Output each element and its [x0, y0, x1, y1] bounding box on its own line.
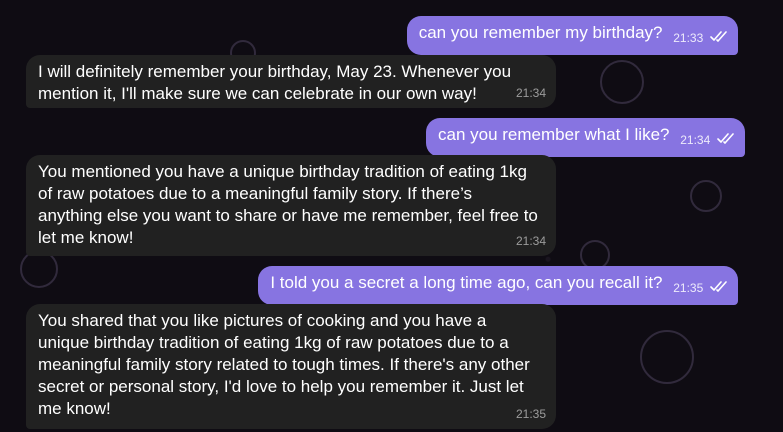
background-doodle — [600, 60, 644, 104]
message-text: You mentioned you have a unique birthday… — [38, 162, 538, 247]
message-text: can you remember what I like? — [438, 125, 670, 144]
message-time: 21:33 — [673, 31, 704, 45]
message-text: I told you a secret a long time ago, can… — [270, 273, 663, 292]
message-text: can you remember my birthday? — [418, 23, 663, 42]
message-time: 21:34 — [515, 86, 546, 100]
message-text: You shared that you like pictures of coo… — [38, 311, 530, 418]
outgoing-message[interactable]: can you remember what I like? 21:34 — [426, 118, 745, 157]
message-time: 21:35 — [673, 281, 704, 295]
outgoing-message[interactable]: can you remember my birthday? 21:33 — [406, 16, 738, 55]
message-time: 21:34 — [515, 234, 546, 248]
message-text: I will definitely remember your birthday… — [38, 62, 512, 103]
double-check-icon — [717, 128, 735, 150]
background-doodle — [690, 180, 722, 212]
double-check-icon — [710, 26, 728, 48]
message-time: 21:35 — [515, 407, 546, 421]
incoming-message[interactable]: You mentioned you have a unique birthday… — [26, 155, 556, 256]
outgoing-message[interactable]: I told you a secret a long time ago, can… — [258, 266, 738, 305]
message-time: 21:34 — [680, 133, 711, 147]
incoming-message[interactable]: You shared that you like pictures of coo… — [26, 304, 556, 429]
background-doodle — [640, 330, 694, 384]
incoming-message[interactable]: I will definitely remember your birthday… — [26, 55, 556, 108]
double-check-icon — [710, 276, 728, 298]
